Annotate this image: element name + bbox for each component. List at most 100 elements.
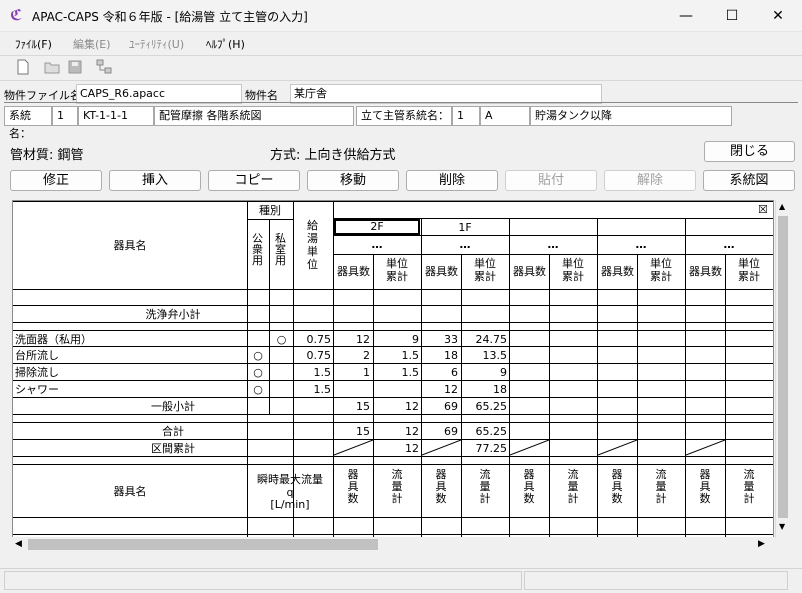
floor-dots: …: [459, 238, 471, 251]
system-diagram-button[interactable]: 系統図: [703, 170, 795, 191]
cum-1f: 13.5: [482, 349, 508, 362]
header-count-2: 器具数: [611, 468, 623, 505]
close-button[interactable]: 閉じる: [704, 141, 795, 162]
diagonal-cell: [510, 440, 549, 456]
open-folder-icon[interactable]: [44, 59, 60, 75]
public-mark[interactable]: ○: [247, 366, 269, 379]
total-count-1f: 69: [444, 425, 458, 438]
copy-button[interactable]: コピー: [208, 170, 300, 191]
floor-dots: …: [371, 238, 383, 251]
minimize-button[interactable]: —: [663, 0, 709, 32]
delete-button[interactable]: 削除: [406, 170, 498, 191]
scroll-up-icon[interactable]: ▲: [779, 202, 785, 211]
count-2f[interactable]: 2: [334, 349, 370, 362]
total-cum-2f: 12: [405, 425, 419, 438]
cum-2f: 1.5: [401, 349, 420, 362]
unit-value[interactable]: 0.75: [294, 333, 332, 346]
system-description: 配管摩擦 各階系統図: [154, 106, 354, 126]
header-count-2: 器具数: [435, 468, 447, 505]
header-count: 器具数: [601, 265, 634, 278]
system-number: 1: [52, 106, 78, 126]
menu-file[interactable]: ﾌｧｲﾙ(F): [15, 36, 52, 52]
header-cumulative: 単位累計: [474, 257, 496, 283]
release-button[interactable]: 解除: [604, 170, 696, 191]
count-1f[interactable]: 6: [422, 366, 458, 379]
fixture-grid[interactable]: ☒ 器具名 種別 公衆用 私室用 給湯単位 2F 1F … … … … … 器具…: [12, 200, 774, 538]
new-file-icon[interactable]: [15, 59, 31, 75]
toolbar: [0, 55, 802, 81]
general-count-1f: 69: [444, 400, 458, 413]
move-button[interactable]: 移動: [307, 170, 399, 191]
total-count-2f: 15: [356, 425, 370, 438]
maximize-button[interactable]: ☐: [709, 0, 755, 32]
header-cumulative: 単位累計: [650, 257, 672, 283]
vertical-scrollbar[interactable]: ▲ ▼: [775, 200, 790, 538]
save-icon[interactable]: [67, 59, 83, 75]
count-2f[interactable]: 12: [334, 333, 370, 346]
scroll-thumb[interactable]: [778, 216, 788, 518]
header-cumulative: 単位累計: [738, 257, 760, 283]
system-name-label: 系統名：: [4, 106, 52, 140]
floor-2f-header[interactable]: 2F: [334, 219, 420, 235]
cum-1f: 9: [500, 366, 507, 379]
header-peak-flow: 瞬時最大流量: [257, 473, 323, 486]
diagonal-cell: [598, 440, 637, 456]
property-file-label: 物件ファイル名: [4, 89, 81, 102]
supply-method: 方式: 上向き供給方式: [270, 148, 396, 163]
scroll-right-icon[interactable]: ▶: [758, 539, 765, 549]
edit-button[interactable]: 修正: [10, 170, 102, 191]
public-mark[interactable]: ○: [247, 383, 269, 396]
menu-utility[interactable]: ﾕｰﾃｨﾘﾃｨ(U): [129, 36, 184, 52]
network-icon[interactable]: [96, 59, 112, 75]
count-2f[interactable]: 1: [334, 366, 370, 379]
unit-value[interactable]: 0.75: [294, 349, 332, 362]
header-count-2: 器具数: [699, 468, 711, 505]
header-lmin: [L/min]: [270, 498, 310, 511]
header-cumulative: 単位累計: [562, 257, 584, 283]
scroll-down-icon[interactable]: ▼: [779, 522, 785, 531]
general-count-2f: 15: [356, 400, 370, 413]
section-cumulative-label: 区間累計: [151, 442, 195, 455]
fixture-name[interactable]: 洗面器（私用）: [15, 333, 92, 346]
header-public: 公衆用: [252, 232, 263, 267]
paste-button[interactable]: 貼付: [505, 170, 597, 191]
hscroll-thumb[interactable]: [28, 539, 378, 550]
insert-button[interactable]: 挿入: [109, 170, 201, 191]
public-mark[interactable]: ○: [247, 349, 269, 362]
property-file-field: CAPS_R6.apacc: [76, 84, 242, 104]
washer-subtotal-label: 洗浄弁小計: [145, 308, 201, 321]
unit-value[interactable]: 1.5: [294, 383, 332, 396]
header-count: 器具数: [425, 265, 458, 278]
pipe-material: 管材質: 鋼管: [10, 148, 84, 163]
property-name-field: 某庁舎: [290, 84, 602, 104]
property-name-label: 物件名: [245, 89, 278, 102]
general-cum-2f: 12: [405, 400, 419, 413]
cum-2f: 1.5: [401, 366, 420, 379]
floor-dots: …: [547, 238, 559, 251]
section-cum-2f: 12: [405, 442, 419, 455]
header-hot-water-unit: 給湯単位: [307, 219, 318, 271]
fixture-name[interactable]: シャワー: [15, 383, 59, 396]
header-private: 私室用: [275, 232, 286, 267]
window-title: APAC-CAPS 令和６年版 - [給湯管 立て主管の入力]: [32, 10, 308, 24]
horizontal-scrollbar[interactable]: ◀ ▶: [12, 537, 774, 552]
count-1f[interactable]: 33: [422, 333, 458, 346]
fixture-name[interactable]: 掃除流し: [15, 366, 59, 379]
grid-corner-icon[interactable]: ☒: [758, 203, 768, 216]
header-cumulative: 単位累計: [386, 257, 408, 283]
menu-edit[interactable]: 編集(E): [73, 36, 111, 52]
diagonal-cell: [422, 440, 461, 456]
count-1f[interactable]: 12: [422, 383, 458, 396]
status-bar: [0, 568, 802, 593]
scroll-left-icon[interactable]: ◀: [15, 539, 22, 549]
private-mark[interactable]: ○: [270, 333, 293, 346]
header-count: 器具数: [337, 265, 370, 278]
close-window-button[interactable]: ✕: [755, 0, 801, 32]
unit-value[interactable]: 1.5: [294, 366, 332, 379]
menu-help[interactable]: ﾍﾙﾌﾟ(H): [206, 36, 245, 52]
header-flow-sum: 流量計: [655, 468, 667, 505]
header-flow-sum: 流量計: [391, 468, 403, 505]
fixture-name[interactable]: 台所流し: [15, 349, 59, 362]
section-cum-1f: 77.25: [475, 442, 508, 455]
count-1f[interactable]: 18: [422, 349, 458, 362]
